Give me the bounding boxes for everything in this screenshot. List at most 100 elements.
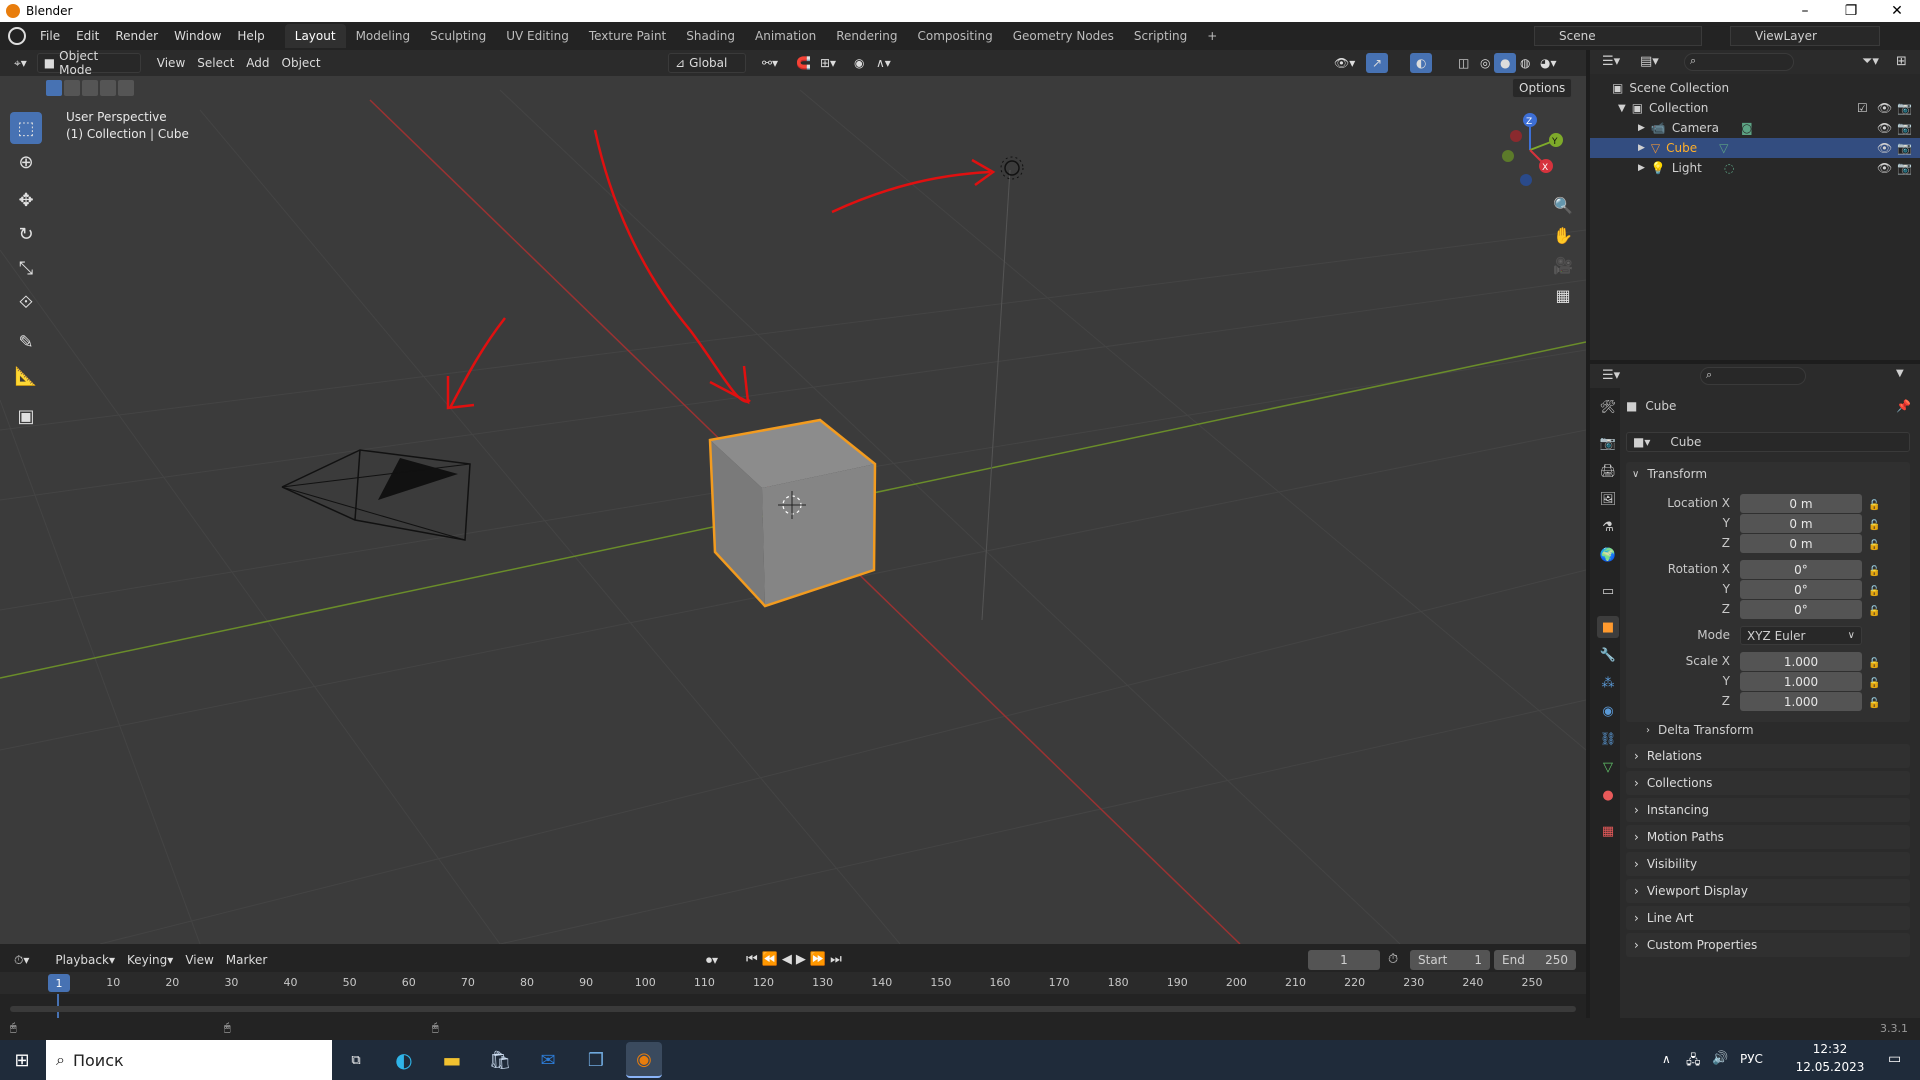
tray-chevron-icon[interactable]: ∧ [1662,1052,1671,1066]
select-box-tool[interactable]: ⬚ [10,112,42,144]
menu-help[interactable]: Help [229,29,272,43]
panel-relations[interactable]: › Relations [1626,744,1910,768]
snap-magnet-icon[interactable]: 🧲 [790,53,817,73]
close-icon[interactable]: ✕ [1874,0,1920,22]
scale-z-field[interactable]: 1.000 [1740,692,1862,711]
playhead[interactable]: 1 [48,974,70,992]
select-subtract-icon[interactable] [82,80,98,96]
tab-layout[interactable]: Layout [284,24,346,48]
expand-arrow-icon[interactable]: ▶ [1638,163,1645,173]
outliner-row-collection[interactable]: ▼ ▣ Collection ☑ 👁 📷 [1590,98,1920,118]
rotation-mode-dropdown[interactable]: XYZ Euler ∨ [1740,626,1862,645]
world-tab-icon[interactable]: 🌍 [1597,544,1619,566]
outliner-search[interactable] [1684,53,1794,71]
menu-playback[interactable]: Playback ▾ [49,950,121,970]
tab-rendering[interactable]: Rendering [826,24,907,48]
editor-type-icon[interactable]: ⌖▾ [8,53,33,73]
display-mode-icon[interactable]: ▤▾ [1640,54,1659,69]
options-dropdown[interactable]: Options [1512,78,1573,98]
material-tab-icon[interactable]: ● [1597,784,1619,806]
xray-icon[interactable]: ◫ [1452,53,1475,73]
store-icon[interactable]: 🛍 [482,1042,518,1078]
minimize-icon[interactable]: – [1782,0,1828,22]
menu-select[interactable]: Select [191,53,240,73]
tray-network-icon[interactable]: 🖧 [1686,1051,1701,1073]
outliner-row-cube[interactable]: ▶ ▽ Cube ▽ 👁 📷 [1590,138,1920,158]
move-tool[interactable]: ✥ [10,184,42,216]
select-mode-buttons[interactable] [46,80,134,96]
viewlayer-selector[interactable]: ViewLayer [1730,26,1880,46]
render-camera-icon[interactable]: 📷 [1897,121,1912,135]
cursor-tool[interactable]: ⊕ [10,146,42,178]
tab-animation[interactable]: Animation [745,24,826,48]
modifier-tab-icon[interactable]: 🔧 [1597,644,1619,666]
filter-icon[interactable]: ⏷▾ [1862,54,1879,69]
visibility-eye-icon[interactable]: 👁 [1877,161,1892,175]
expand-arrow-icon[interactable]: ▶ [1638,143,1645,153]
scene-tab-icon[interactable]: ⚗ [1597,516,1619,538]
panel-custom-properties[interactable]: › Custom Properties [1626,933,1910,957]
notifications-icon[interactable]: ▭ [1888,1051,1901,1067]
camera-view-icon[interactable]: 🎥 [1550,252,1576,278]
scene-selector[interactable]: Scene [1534,26,1702,46]
expand-arrow-icon[interactable]: ▼ [1618,103,1626,114]
menu-add[interactable]: Add [240,53,275,73]
properties-editor-icon[interactable]: ☰▾ [1602,368,1620,383]
rotation-lock-icons[interactable]: 🔓 🔓 🔓 [1868,562,1880,622]
expand-arrow-icon[interactable]: ▶ [1638,123,1645,133]
pin-icon[interactable]: 📌 [1896,399,1911,413]
snap-target-icon[interactable]: ⊞▾ [814,53,842,73]
menu-marker[interactable]: Marker [220,950,273,970]
tray-volume-icon[interactable]: 🔊 [1712,1051,1728,1066]
camera-object[interactable] [281,410,471,541]
play-icon[interactable]: ▶ [796,952,810,967]
outliner-row-light[interactable]: ▶ 💡 Light ◌ 👁 📷 [1590,158,1920,178]
timeline-editor-icon[interactable]: ⏱▾ [8,950,35,970]
chevron-down-icon[interactable]: ▼ [1896,368,1904,379]
measure-tool[interactable]: 📐 [10,360,42,392]
panel-collections[interactable]: › Collections [1626,771,1910,795]
language-indicator[interactable]: РУС [1740,1052,1763,1066]
file-explorer-icon[interactable]: ▬ [434,1042,470,1078]
tab-shading[interactable]: Shading [676,24,745,48]
rotation-y-field[interactable]: 0° [1740,580,1862,599]
add-workspace-button[interactable]: + [1197,24,1227,48]
blender-taskbar-icon[interactable]: ◉ [626,1042,662,1078]
scale-x-field[interactable]: 1.000 [1740,652,1862,671]
clock-date[interactable]: 12.05.2023 [1794,1060,1866,1074]
select-intersect-icon[interactable] [118,80,134,96]
preview-range-icon[interactable]: ⏱ [1388,952,1398,967]
pan-hand-icon[interactable]: ✋ [1550,222,1576,248]
visibility-eye-icon[interactable]: 👁 [1877,141,1892,155]
menu-keying[interactable]: Keying ▾ [121,950,179,970]
render-camera-icon[interactable]: 📷 [1897,161,1912,175]
visibility-eye-icon[interactable]: 👁 [1877,121,1892,135]
maximize-icon[interactable]: ❐ [1828,0,1874,22]
add-cube-tool[interactable]: ▣ [10,400,42,432]
tab-uv-editing[interactable]: UV Editing [496,24,579,48]
menu-timeline-view[interactable]: View [179,950,219,970]
timeline-scrollbar[interactable] [10,1006,1576,1012]
rendered-shading-icon[interactable]: ◕▾ [1534,53,1563,73]
task-view-icon[interactable]: ⧉ [338,1042,374,1078]
location-z-field[interactable]: 0 m [1740,534,1862,553]
outliner-row-camera[interactable]: ▶ 📹 Camera ◙ 👁 📷 [1590,118,1920,138]
render-tab-icon[interactable]: 📷 [1597,432,1619,454]
outliner[interactable]: ☰▾ ▤▾ ⌕ ⏷▾ ⊞ ▣ Scene Collection ▼ ▣ Coll… [1590,50,1920,360]
panel-viewport-display[interactable]: › Viewport Display [1626,879,1910,903]
falloff-icon[interactable]: ∧▾ [870,53,897,73]
outliner-row-scene-collection[interactable]: ▣ Scene Collection [1590,78,1920,98]
app-icon[interactable]: ❒ [578,1042,614,1078]
physics-tab-icon[interactable]: ◉ [1597,700,1619,722]
tool-tab-icon[interactable]: 🛠 [1597,396,1619,418]
blender-menu-icon[interactable] [8,27,26,45]
tab-modeling[interactable]: Modeling [346,24,421,48]
edge-browser-icon[interactable]: ◐ [386,1042,422,1078]
play-reverse-icon[interactable]: ◀ [782,952,796,967]
pivot-icon[interactable]: ⚯▾ [756,53,784,73]
prev-keyframe-icon[interactable]: ⏪ [762,952,782,967]
end-frame-field[interactable]: End 250 [1494,950,1576,970]
menu-edit[interactable]: Edit [68,29,107,43]
tab-geometry-nodes[interactable]: Geometry Nodes [1003,24,1124,48]
lock-icons[interactable]: 🔓 🔓 🔓 [1868,496,1880,556]
